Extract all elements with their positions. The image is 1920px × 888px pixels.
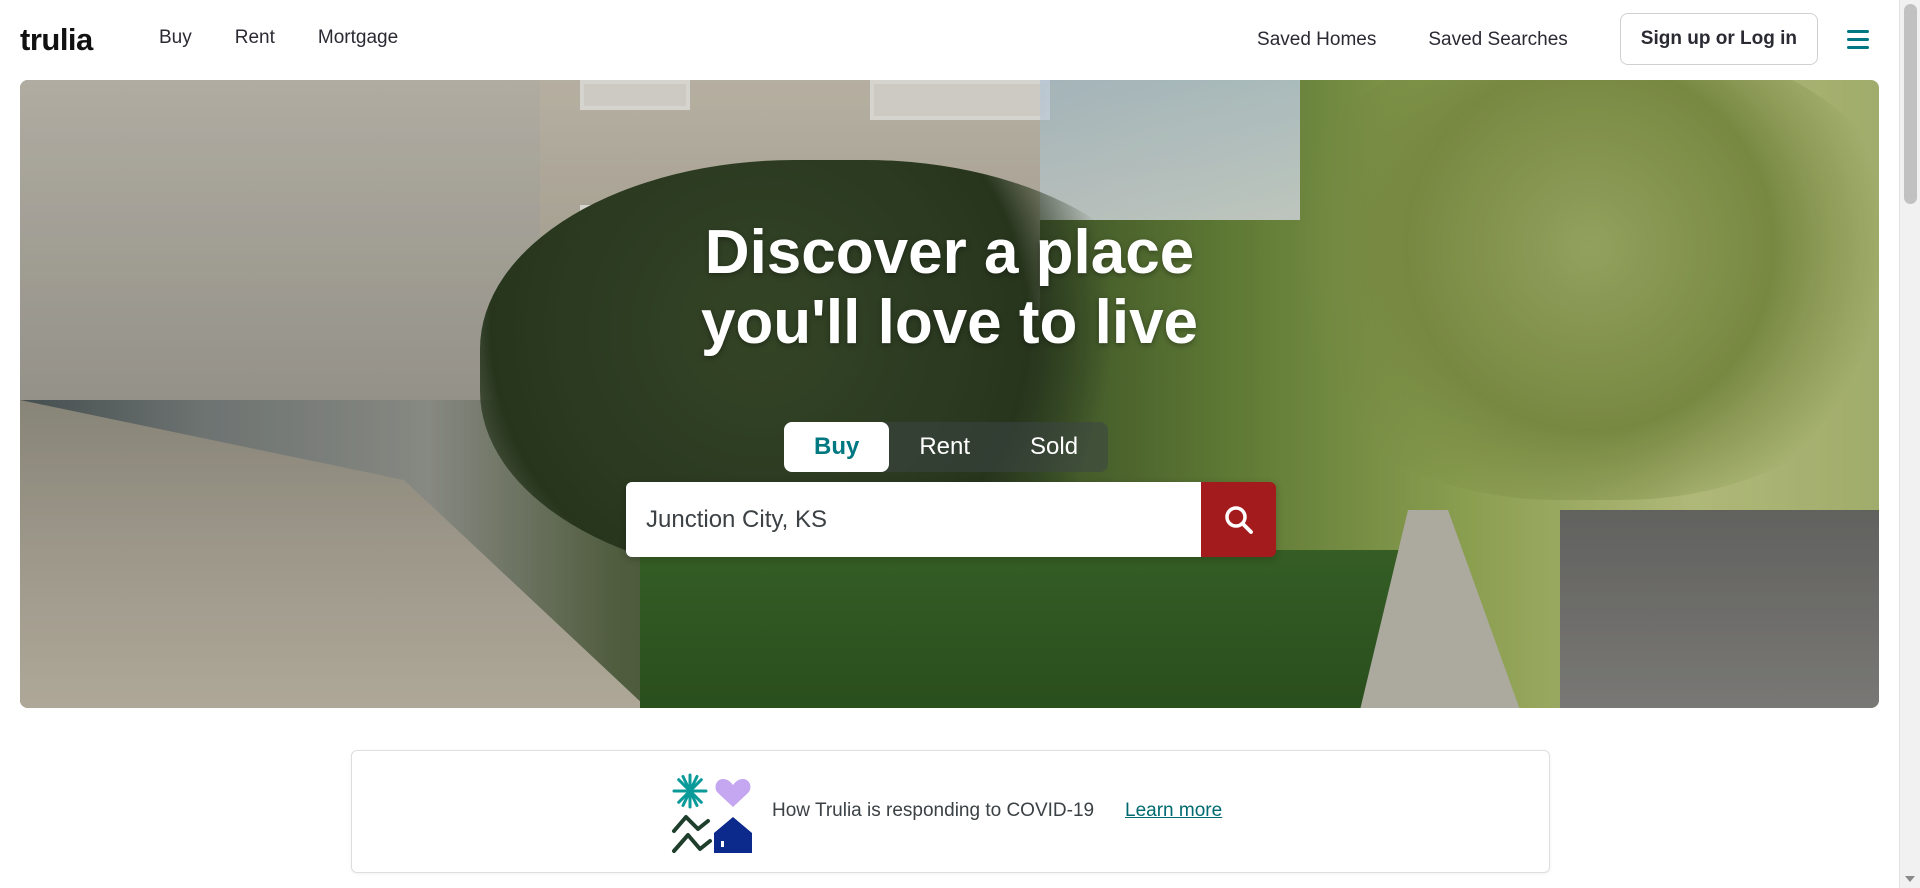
sparkle-icon — [672, 773, 708, 809]
covid-illustration — [672, 773, 752, 853]
nav-mortgage[interactable]: Mortgage — [318, 27, 398, 49]
tab-rent[interactable]: Rent — [889, 422, 1000, 472]
primary-nav: Buy Rent Mortgage — [159, 27, 441, 49]
covid-banner: How Trulia is responding to COVID-19 Lea… — [351, 750, 1550, 873]
house-icon — [714, 817, 752, 853]
nav-rent[interactable]: Rent — [235, 27, 275, 49]
hills-icon — [672, 815, 712, 853]
search-bar: Junction City, KS — [626, 482, 1276, 557]
secondary-nav: Saved Homes Saved Searches Sign up or Lo… — [1257, 13, 1899, 65]
hero-banner: Discover a place you'll love to live Buy… — [20, 80, 1879, 708]
hero-title-line2: you'll love to live — [700, 288, 1199, 357]
house-window — [721, 841, 724, 847]
site-header: trulia Buy Rent Mortgage Saved Homes Sav… — [0, 0, 1899, 78]
hamburger-menu-icon[interactable] — [1838, 13, 1878, 65]
hero-title-line1: Discover a place — [704, 218, 1195, 287]
heart-icon — [715, 779, 751, 807]
hero-title: Discover a place you'll love to live — [20, 218, 1879, 358]
learn-more-link[interactable]: Learn more — [1125, 800, 1222, 822]
tab-buy[interactable]: Buy — [784, 422, 890, 472]
scroll-down-arrow-icon[interactable] — [1905, 876, 1915, 882]
nav-buy[interactable]: Buy — [159, 27, 192, 49]
search-input[interactable]: Junction City, KS — [626, 482, 1201, 557]
covid-text: How Trulia is responding to COVID-19 — [772, 800, 1095, 821]
search-icon — [1224, 505, 1253, 534]
search-type-tabs: Buy Rent Sold — [784, 422, 1109, 472]
nav-saved-searches[interactable]: Saved Searches — [1428, 29, 1567, 51]
trulia-logo[interactable]: trulia — [20, 22, 93, 58]
search-button[interactable] — [1201, 482, 1276, 557]
nav-saved-homes[interactable]: Saved Homes — [1257, 29, 1376, 51]
scrollbar-thumb[interactable] — [1904, 4, 1917, 204]
tab-sold[interactable]: Sold — [1000, 422, 1108, 472]
login-button[interactable]: Sign up or Log in — [1619, 13, 1818, 65]
hero-overlay — [20, 80, 1879, 708]
page-scrollbar[interactable] — [1899, 0, 1920, 888]
